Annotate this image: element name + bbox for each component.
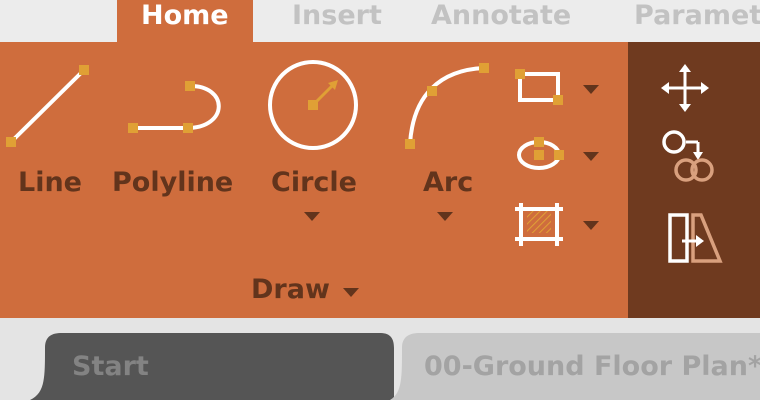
polyline-label: Polyline <box>112 167 234 198</box>
tab-parametric[interactable]: Paramet <box>634 0 760 42</box>
rectangle-dropdown-caret[interactable] <box>583 85 599 94</box>
arc-icon <box>405 63 489 149</box>
line-button[interactable]: Line <box>0 55 105 210</box>
draw-panel-expand-caret[interactable] <box>343 288 359 297</box>
circle-dropdown-caret[interactable] <box>304 212 320 221</box>
copy-icon <box>662 130 714 182</box>
rectangle-button[interactable] <box>510 62 605 112</box>
move-button[interactable] <box>660 62 710 117</box>
arc-label: Arc <box>423 167 474 198</box>
arc-button[interactable]: Arc <box>395 55 505 225</box>
hatch-button[interactable] <box>510 198 605 253</box>
tab-annotate[interactable]: Annotate <box>431 0 571 42</box>
move-icon <box>661 64 709 112</box>
line-label: Line <box>18 167 82 198</box>
mirror-icon <box>668 213 723 263</box>
arc-dropdown-caret[interactable] <box>437 212 453 221</box>
polyline-button[interactable]: Polyline <box>105 55 240 210</box>
copy-button[interactable] <box>660 128 715 188</box>
ellipse-button[interactable] <box>510 132 605 182</box>
tab-insert[interactable]: Insert <box>292 0 382 42</box>
mirror-button[interactable] <box>660 208 725 268</box>
circle-button[interactable]: Circle <box>258 55 368 225</box>
circle-label: Circle <box>271 167 357 198</box>
tab-home[interactable]: Home <box>117 0 253 44</box>
document-tab-ground-floor-plan[interactable]: 00-Ground Floor Plan* <box>424 333 760 400</box>
circle-icon <box>268 60 358 150</box>
ellipse-dropdown-caret[interactable] <box>583 152 599 161</box>
ribbon-tab-strip: Home Insert Annotate Paramet <box>0 0 760 44</box>
draw-panel-title[interactable]: Draw <box>251 274 330 305</box>
hatch-dropdown-caret[interactable] <box>583 221 599 230</box>
document-tab-start[interactable]: Start <box>72 333 149 400</box>
